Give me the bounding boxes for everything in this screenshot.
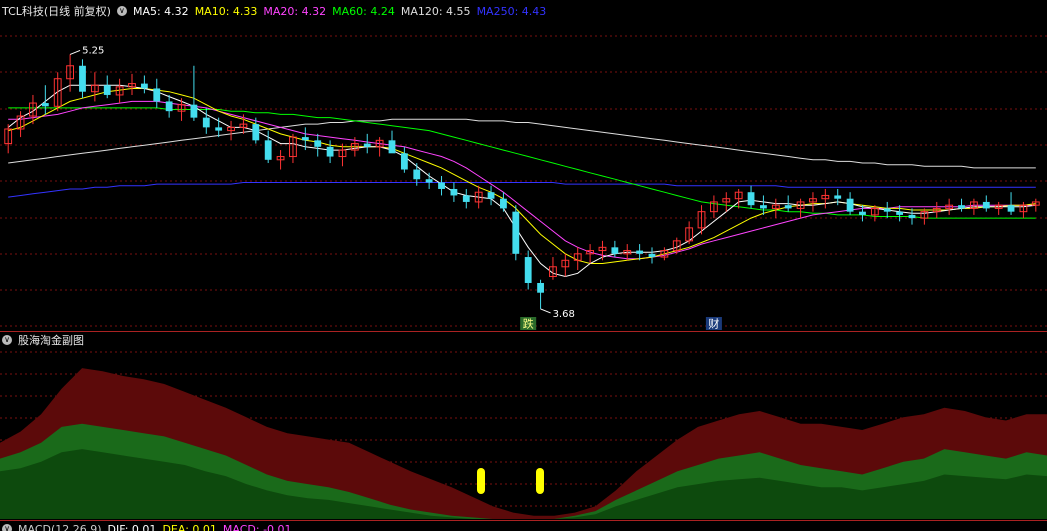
- signal-bar: [536, 468, 544, 494]
- candle-body: [215, 127, 223, 131]
- event-label: 财: [708, 317, 719, 331]
- candle-body: [103, 85, 111, 95]
- candle-body: [190, 104, 198, 118]
- high-price-label: 5.25: [82, 45, 104, 56]
- candle-body: [648, 253, 656, 258]
- candle-body: [958, 205, 965, 209]
- candle-body: [450, 188, 458, 196]
- candle-body: [524, 257, 532, 283]
- ma120-line: [8, 118, 1036, 169]
- candle-body: [500, 198, 507, 209]
- ma20-line: [8, 100, 1036, 260]
- candle-body: [264, 140, 272, 160]
- low-marker-pointer: [540, 308, 551, 314]
- candle-body: [363, 143, 371, 147]
- candle-body: [400, 153, 408, 170]
- signal-bar: [477, 468, 485, 494]
- candle-body: [1007, 205, 1015, 212]
- candle-body: [314, 140, 322, 147]
- candle-body: [425, 179, 433, 183]
- candle-body: [512, 211, 520, 254]
- candle-body: [438, 182, 445, 189]
- candle-body: [41, 103, 49, 107]
- candle-body: [487, 192, 495, 199]
- candle-body: [859, 211, 866, 215]
- candle-body: [982, 201, 990, 209]
- candle-body: [153, 88, 161, 102]
- candle-body: [896, 211, 904, 215]
- candle-body: [883, 208, 891, 212]
- candle-body: [834, 195, 842, 199]
- candle-body: [462, 195, 470, 202]
- candle-body: [908, 214, 916, 219]
- candle-body: [326, 146, 334, 157]
- candle-body: [760, 205, 767, 209]
- candle-body: [79, 65, 86, 92]
- high-marker-pointer: [69, 49, 81, 55]
- ma60-line: [8, 107, 1036, 219]
- low-price-label: 3.68: [553, 309, 575, 320]
- candle-body: [301, 137, 309, 141]
- candle-body: [784, 205, 792, 209]
- candle-body: [252, 124, 260, 141]
- candle-body: [636, 250, 644, 254]
- candle-body: [747, 192, 755, 206]
- candle-body: [165, 101, 173, 112]
- chart-root: { "header": { "stock_title": "TCL科技(日线 前…: [0, 0, 1047, 531]
- candle-body: [611, 247, 619, 254]
- candle-body: [537, 282, 544, 293]
- candle-body: [388, 140, 396, 154]
- candle-body: [140, 83, 148, 89]
- candle-body: [846, 198, 854, 212]
- event-label: 跌: [523, 317, 534, 331]
- candle-body: [202, 117, 210, 128]
- price-chart-svg[interactable]: 5.25 3.68 跌 财: [0, 0, 1047, 531]
- ma250-line: [8, 182, 1036, 198]
- candle-body: [413, 169, 421, 180]
